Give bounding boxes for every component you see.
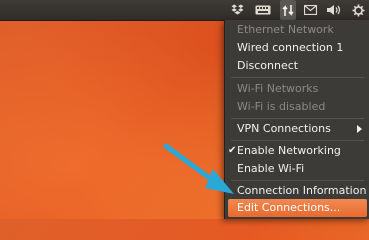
- annotation-arrow-icon: [163, 143, 234, 194]
